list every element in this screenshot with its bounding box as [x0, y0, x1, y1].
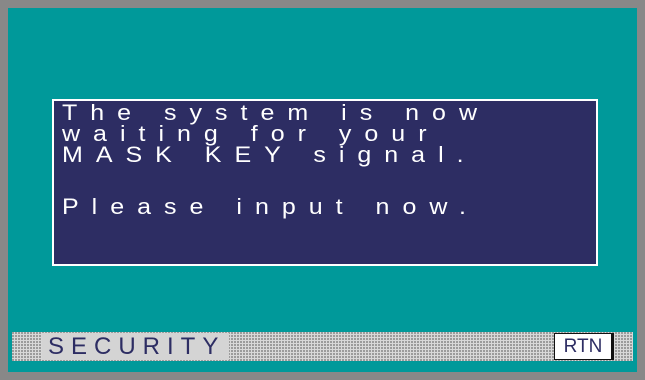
status-bar: SECURITY RTN [12, 332, 633, 361]
message-line-2: waiting for your [62, 121, 440, 147]
return-button[interactable]: RTN [554, 333, 614, 360]
screen-title: SECURITY [42, 333, 230, 360]
message-line-4: Please input now. [62, 194, 479, 220]
message-line-3: MASK KEY signal. [62, 142, 477, 168]
display-screen: The system is now waiting for your MASK … [8, 8, 637, 372]
message-line-1: The system is now [62, 100, 491, 126]
message-dialog: The system is now waiting for your MASK … [52, 99, 598, 266]
